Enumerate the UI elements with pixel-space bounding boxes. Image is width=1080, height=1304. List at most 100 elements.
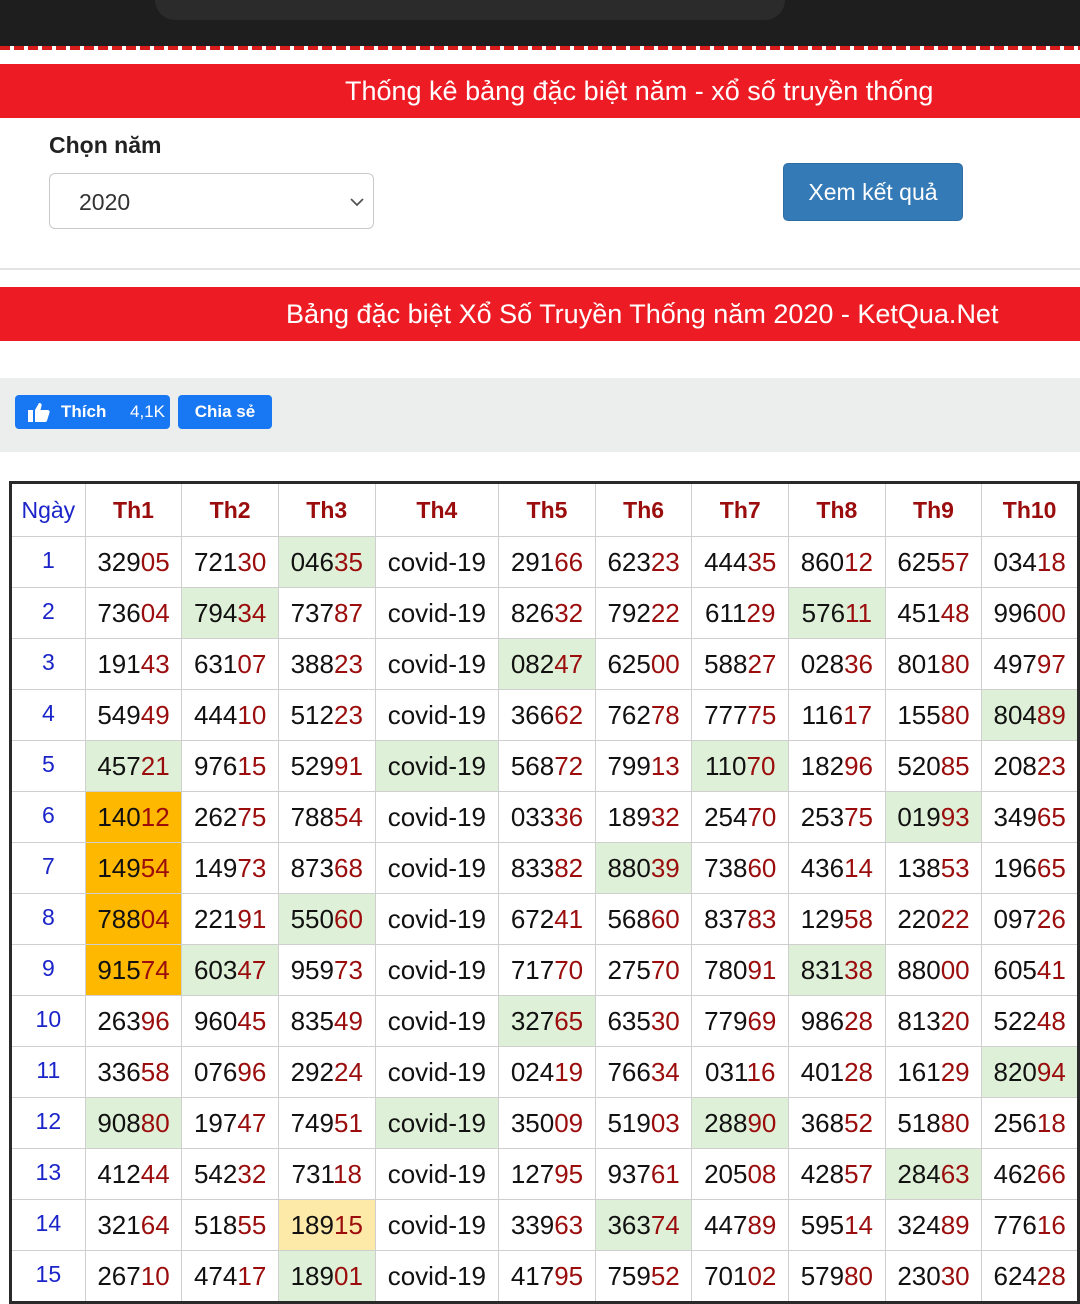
result-cell: 96045 [181,995,279,1047]
result-cell: 98628 [788,995,886,1047]
result-cell: 02836 [788,638,886,690]
result-cell: 61129 [691,587,790,639]
result-cell: 81320 [884,995,983,1047]
result-cell: 51855 [181,1199,279,1251]
result-cell: 22022 [884,893,983,945]
result-cell: 51880 [884,1097,983,1149]
result-cell: 88039 [594,842,693,894]
result-cell: 40128 [788,1046,886,1098]
result-cell: 32489 [884,1199,983,1251]
phone-status-bar [0,0,1080,46]
result-cell: 45721 [84,740,183,792]
result-cell: 73787 [277,587,376,639]
covid-cell: covid-19 [374,1046,500,1098]
column-header-day: Ngày [10,482,86,537]
result-cell: 36374 [594,1199,693,1251]
result-cell: 44410 [181,689,279,741]
result-cell: 46266 [981,1148,1079,1200]
table-row: 8 78804 22191 55060 covid-19 67241 56860 83783 1… [10,893,1079,945]
result-cell: 49797 [981,638,1079,690]
table-row: 10 26396 96045 83549 covid-19 32765 63530 77969… [10,995,1079,1047]
covid-cell: covid-19 [374,842,500,894]
year-select-value: 2020 [79,189,131,215]
result-cell: 77969 [691,995,790,1047]
result-cell: 86012 [788,536,886,588]
result-cell: 88000 [884,944,983,996]
day-cell: 12 [10,1097,86,1149]
day-cell: 8 [10,893,86,945]
result-cell: 32765 [498,995,596,1047]
column-header-month: Th3 [277,482,376,537]
thumbs-up-icon [28,403,50,422]
results-table: Ngày Th1 Th2 Th3 Th4 Th5 Th6 Th7 Th8 Th9 Th10 1 329… [9,481,1080,1304]
day-cell: 13 [10,1148,86,1200]
result-cell: 15580 [884,689,983,741]
result-cell: 25375 [788,791,886,843]
column-header-month: Th4 [374,482,500,537]
result-cell: 73118 [277,1148,376,1200]
result-cell: 82094 [981,1046,1079,1098]
result-cell: 83382 [498,842,596,894]
table-row: 6 14012 26275 78854 covid-19 03336 18932 25470 2… [10,791,1079,843]
result-cell: 54949 [84,689,183,741]
result-cell: 03336 [498,791,596,843]
table-row: 13 41244 54232 73118 covid-19 12795 93761 20508… [10,1148,1079,1200]
result-cell: 51223 [277,689,376,741]
day-cell: 3 [10,638,86,690]
view-results-button[interactable]: Xem kết quả [783,163,963,221]
facebook-like-button[interactable]: Thích 4,1K [15,395,170,429]
result-cell: 16129 [884,1046,983,1098]
result-cell: 62428 [981,1250,1079,1303]
column-header-month: Th1 [84,482,183,537]
day-cell: 1 [10,536,86,588]
result-cell: 78091 [691,944,790,996]
covid-cell: covid-19 [374,944,500,996]
table-row: 7 14954 14973 87368 covid-19 83382 88039 73860 4… [10,842,1079,894]
result-cell: 63107 [181,638,279,690]
result-cell: 67241 [498,893,596,945]
covid-cell: covid-19 [374,995,500,1047]
stats-banner-title: Thống kê bảng đặc biệt năm - xổ số truyề… [345,76,934,106]
result-cell: 29166 [498,536,596,588]
result-cell: 62557 [884,536,983,588]
covid-cell: covid-19 [374,893,500,945]
result-cell: 08247 [498,638,596,690]
result-cell: 44435 [691,536,790,588]
result-cell: 58827 [691,638,790,690]
result-cell: 47417 [181,1250,279,1303]
stats-banner: Thống kê bảng đặc biệt năm - xổ số truyề… [0,64,1080,118]
facebook-share-button[interactable]: Chia sẻ [178,395,272,429]
result-cell: 43614 [788,842,886,894]
covid-cell: covid-19 [374,536,500,588]
covid-cell: covid-19 [374,1148,500,1200]
result-cell: 01993 [884,791,983,843]
result-cell: 44789 [691,1199,790,1251]
result-cell: 23030 [884,1250,983,1303]
result-cell: 60347 [181,944,279,996]
result-cell: 36662 [498,689,596,741]
result-cell: 60541 [981,944,1079,996]
result-cell: 76278 [594,689,693,741]
result-cell: 26710 [84,1250,183,1303]
result-cell: 80489 [981,689,1079,741]
year-select[interactable]: 2020 [49,173,374,229]
result-cell: 57980 [788,1250,886,1303]
year-label: Chọn năm [49,132,162,158]
result-cell: 80180 [884,638,983,690]
result-cell: 26396 [84,995,183,1047]
result-cell: 97615 [181,740,279,792]
table-row: 4 54949 44410 51223 covid-19 36662 76278 77775 1… [10,689,1079,741]
result-cell: 32164 [84,1199,183,1251]
table-row: 14 32164 51855 18915 covid-19 33963 36374 44789… [10,1199,1079,1251]
column-header-month: Th6 [594,482,693,537]
result-cell: 52248 [981,995,1079,1047]
result-cell: 75952 [594,1250,693,1303]
result-cell: 56860 [594,893,693,945]
result-cell: 29224 [277,1046,376,1098]
result-cell: 54232 [181,1148,279,1200]
result-cell: 63530 [594,995,693,1047]
table-row: 15 26710 47417 18901 covid-19 41795 75952 70102… [10,1250,1079,1303]
result-cell: 42857 [788,1148,886,1200]
result-cell: 03116 [691,1046,790,1098]
covid-cell: covid-19 [374,638,500,690]
